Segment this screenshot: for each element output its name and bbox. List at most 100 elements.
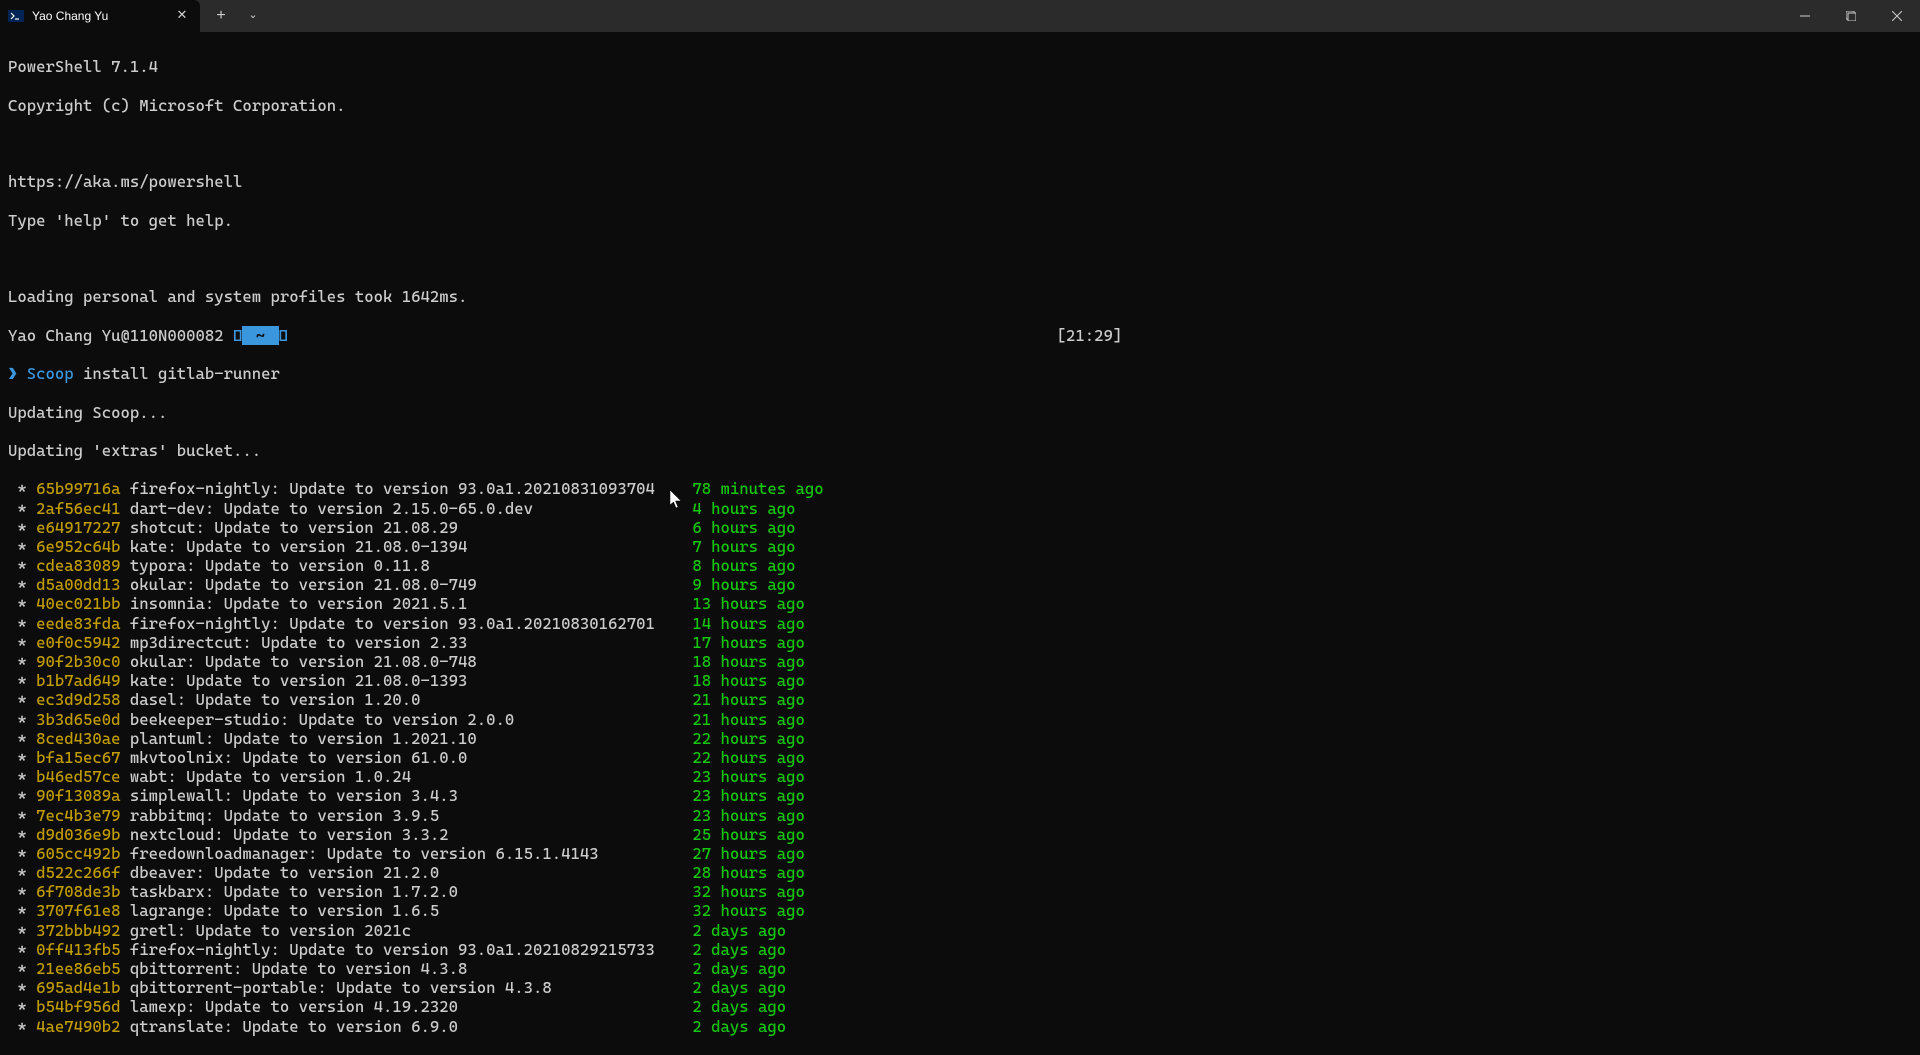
commit-line: * eede83fda firefox-nightly: Update to v… (8, 614, 1912, 633)
powershell-icon (8, 8, 24, 24)
commit-hash: d9d036e9b (36, 825, 120, 844)
commit-age: 2 days ago (692, 959, 786, 978)
commit-line: * 372bbb492 gretl: Update to version 202… (8, 921, 1912, 940)
tab-title: Yao Chang Yu (32, 9, 166, 23)
commit-line: * d5a00dd13 okular: Update to version 21… (8, 575, 1912, 594)
commit-message: firefox-nightly: Update to version 93.0a… (130, 614, 655, 633)
commit-message: firefox-nightly: Update to version 93.0a… (130, 479, 655, 498)
commit-message: plantuml: Update to version 1.2021.10 (130, 729, 477, 748)
maximize-button[interactable] (1828, 0, 1874, 32)
minimize-button[interactable] (1782, 0, 1828, 32)
title-bar: Yao Chang Yu ✕ + ⌄ (0, 0, 1920, 32)
commit-message: simplewall: Update to version 3.4.3 (130, 786, 458, 805)
commit-age: 23 hours ago (692, 806, 805, 825)
commit-message: freedownloadmanager: Update to version 6… (130, 844, 599, 863)
commit-message: nextcloud: Update to version 3.3.2 (130, 825, 449, 844)
commit-age: 32 hours ago (692, 901, 805, 920)
commit-hash: 40ec021bb (36, 594, 120, 613)
commit-hash: 65b99716a (36, 479, 120, 498)
prompt-time: [21:29] (1057, 326, 1123, 345)
header-line: https://aka.ms/powershell (8, 172, 1912, 191)
commit-line: * 605cc492b freedownloadmanager: Update … (8, 844, 1912, 863)
commit-message: typora: Update to version 0.11.8 (130, 556, 430, 575)
prompt-line: Yao Chang Yu@110N000082  ~  [21:29] (8, 326, 1912, 345)
commit-age: 22 hours ago (692, 748, 805, 767)
commit-message: beekeeper-studio: Update to version 2.0.… (130, 710, 514, 729)
commit-hash: b46ed57ce (36, 767, 120, 786)
commit-message: shotcut: Update to version 21.08.29 (130, 518, 458, 537)
commit-line: * 6f708de3b taskbarx: Update to version … (8, 882, 1912, 901)
commit-hash: bfa15ec67 (36, 748, 120, 767)
commit-age: 2 days ago (692, 921, 786, 940)
commit-age: 2 days ago (692, 978, 786, 997)
commit-age: 25 hours ago (692, 825, 805, 844)
commit-line: * 7ec4b3e79 rabbitmq: Update to version … (8, 806, 1912, 825)
commit-line: * 90f2b30c0 okular: Update to version 21… (8, 652, 1912, 671)
commit-hash: 90f2b30c0 (36, 652, 120, 671)
commit-age: 8 hours ago (692, 556, 795, 575)
commit-hash: 21ee86eb5 (36, 959, 120, 978)
commit-line: * b54bf956d lamexp: Update to version 4.… (8, 997, 1912, 1016)
commit-age: 18 hours ago (692, 652, 805, 671)
commit-message: kate: Update to version 21.08.0-1394 (130, 537, 468, 556)
tab-dropdown-button[interactable]: ⌄ (238, 0, 268, 32)
tab-strip: Yao Chang Yu ✕ + ⌄ (0, 0, 268, 32)
commit-age: 23 hours ago (692, 767, 805, 786)
commit-hash: 2af56ec41 (36, 499, 120, 518)
commit-hash: d522c266f (36, 863, 120, 882)
commit-message: wabt: Update to version 1.0.24 (130, 767, 411, 786)
commit-hash: 8ced430ae (36, 729, 120, 748)
commit-line: * d9d036e9b nextcloud: Update to version… (8, 825, 1912, 844)
commit-age: 32 hours ago (692, 882, 805, 901)
commit-message: dart-dev: Update to version 2.15.0-65.0.… (130, 499, 533, 518)
output-line: Updating 'extras' bucket... (8, 441, 1912, 460)
blank-line (8, 134, 1912, 153)
tab-close-button[interactable]: ✕ (174, 8, 190, 24)
commit-list: * 65b99716a firefox-nightly: Update to v… (8, 479, 1912, 1035)
commit-age: 28 hours ago (692, 863, 805, 882)
commit-line: * 0ff413fb5 firefox-nightly: Update to v… (8, 940, 1912, 959)
commit-message: mp3directcut: Update to version 2.33 (130, 633, 468, 652)
powerline-arrow-icon:  (233, 326, 242, 345)
terminal-output[interactable]: PowerShell 7.1.4 Copyright (c) Microsoft… (0, 32, 1920, 1055)
command-args: install gitlab-runner (74, 364, 280, 383)
commit-message: kate: Update to version 21.08.0-1393 (130, 671, 468, 690)
header-line: Copyright (c) Microsoft Corporation. (8, 96, 1912, 115)
commit-hash: b1b7ad649 (36, 671, 120, 690)
commit-message: rabbitmq: Update to version 3.9.5 (130, 806, 439, 825)
new-tab-button[interactable]: + (206, 0, 236, 32)
commit-hash: eede83fda (36, 614, 120, 633)
commit-hash: e64917227 (36, 518, 120, 537)
commit-hash: b54bf956d (36, 997, 120, 1016)
commit-line: * 2af56ec41 dart-dev: Update to version … (8, 499, 1912, 518)
powerline-arrow-icon:  (279, 326, 288, 345)
blank-line (8, 249, 1912, 268)
commit-message: insomnia: Update to version 2021.5.1 (130, 594, 468, 613)
commit-message: firefox-nightly: Update to version 93.0a… (130, 940, 655, 959)
commit-line: * ec3d9d258 dasel: Update to version 1.2… (8, 690, 1912, 709)
commit-age: 22 hours ago (692, 729, 805, 748)
commit-line: * 8ced430ae plantuml: Update to version … (8, 729, 1912, 748)
command-line: ❯ Scoop install gitlab-runner (8, 364, 1912, 383)
commit-message: qbittorrent-portable: Update to version … (130, 978, 552, 997)
commit-hash: e0f0c5942 (36, 633, 120, 652)
commit-hash: 3707f61e8 (36, 901, 120, 920)
commit-line: * 90f13089a simplewall: Update to versio… (8, 786, 1912, 805)
commit-line: * b1b7ad649 kate: Update to version 21.0… (8, 671, 1912, 690)
commit-message: taskbarx: Update to version 1.7.2.0 (130, 882, 458, 901)
tab-active[interactable]: Yao Chang Yu ✕ (0, 0, 200, 32)
commit-message: lamexp: Update to version 4.19.2320 (130, 997, 458, 1016)
commit-age: 21 hours ago (692, 690, 805, 709)
commit-age: 17 hours ago (692, 633, 805, 652)
close-button[interactable] (1874, 0, 1920, 32)
commit-hash: 605cc492b (36, 844, 120, 863)
commit-line: * 3b3d65e0d beekeeper-studio: Update to … (8, 710, 1912, 729)
commit-line: * e0f0c5942 mp3directcut: Update to vers… (8, 633, 1912, 652)
commit-line: * 695ad4e1b qbittorrent-portable: Update… (8, 978, 1912, 997)
commit-age: 78 minutes ago (692, 479, 823, 498)
commit-line: * 3707f61e8 lagrange: Update to version … (8, 901, 1912, 920)
commit-hash: 0ff413fb5 (36, 940, 120, 959)
commit-message: qtranslate: Update to version 6.9.0 (130, 1017, 458, 1036)
header-line: PowerShell 7.1.4 (8, 57, 1912, 76)
prompt-symbol: ❯ (8, 364, 17, 383)
